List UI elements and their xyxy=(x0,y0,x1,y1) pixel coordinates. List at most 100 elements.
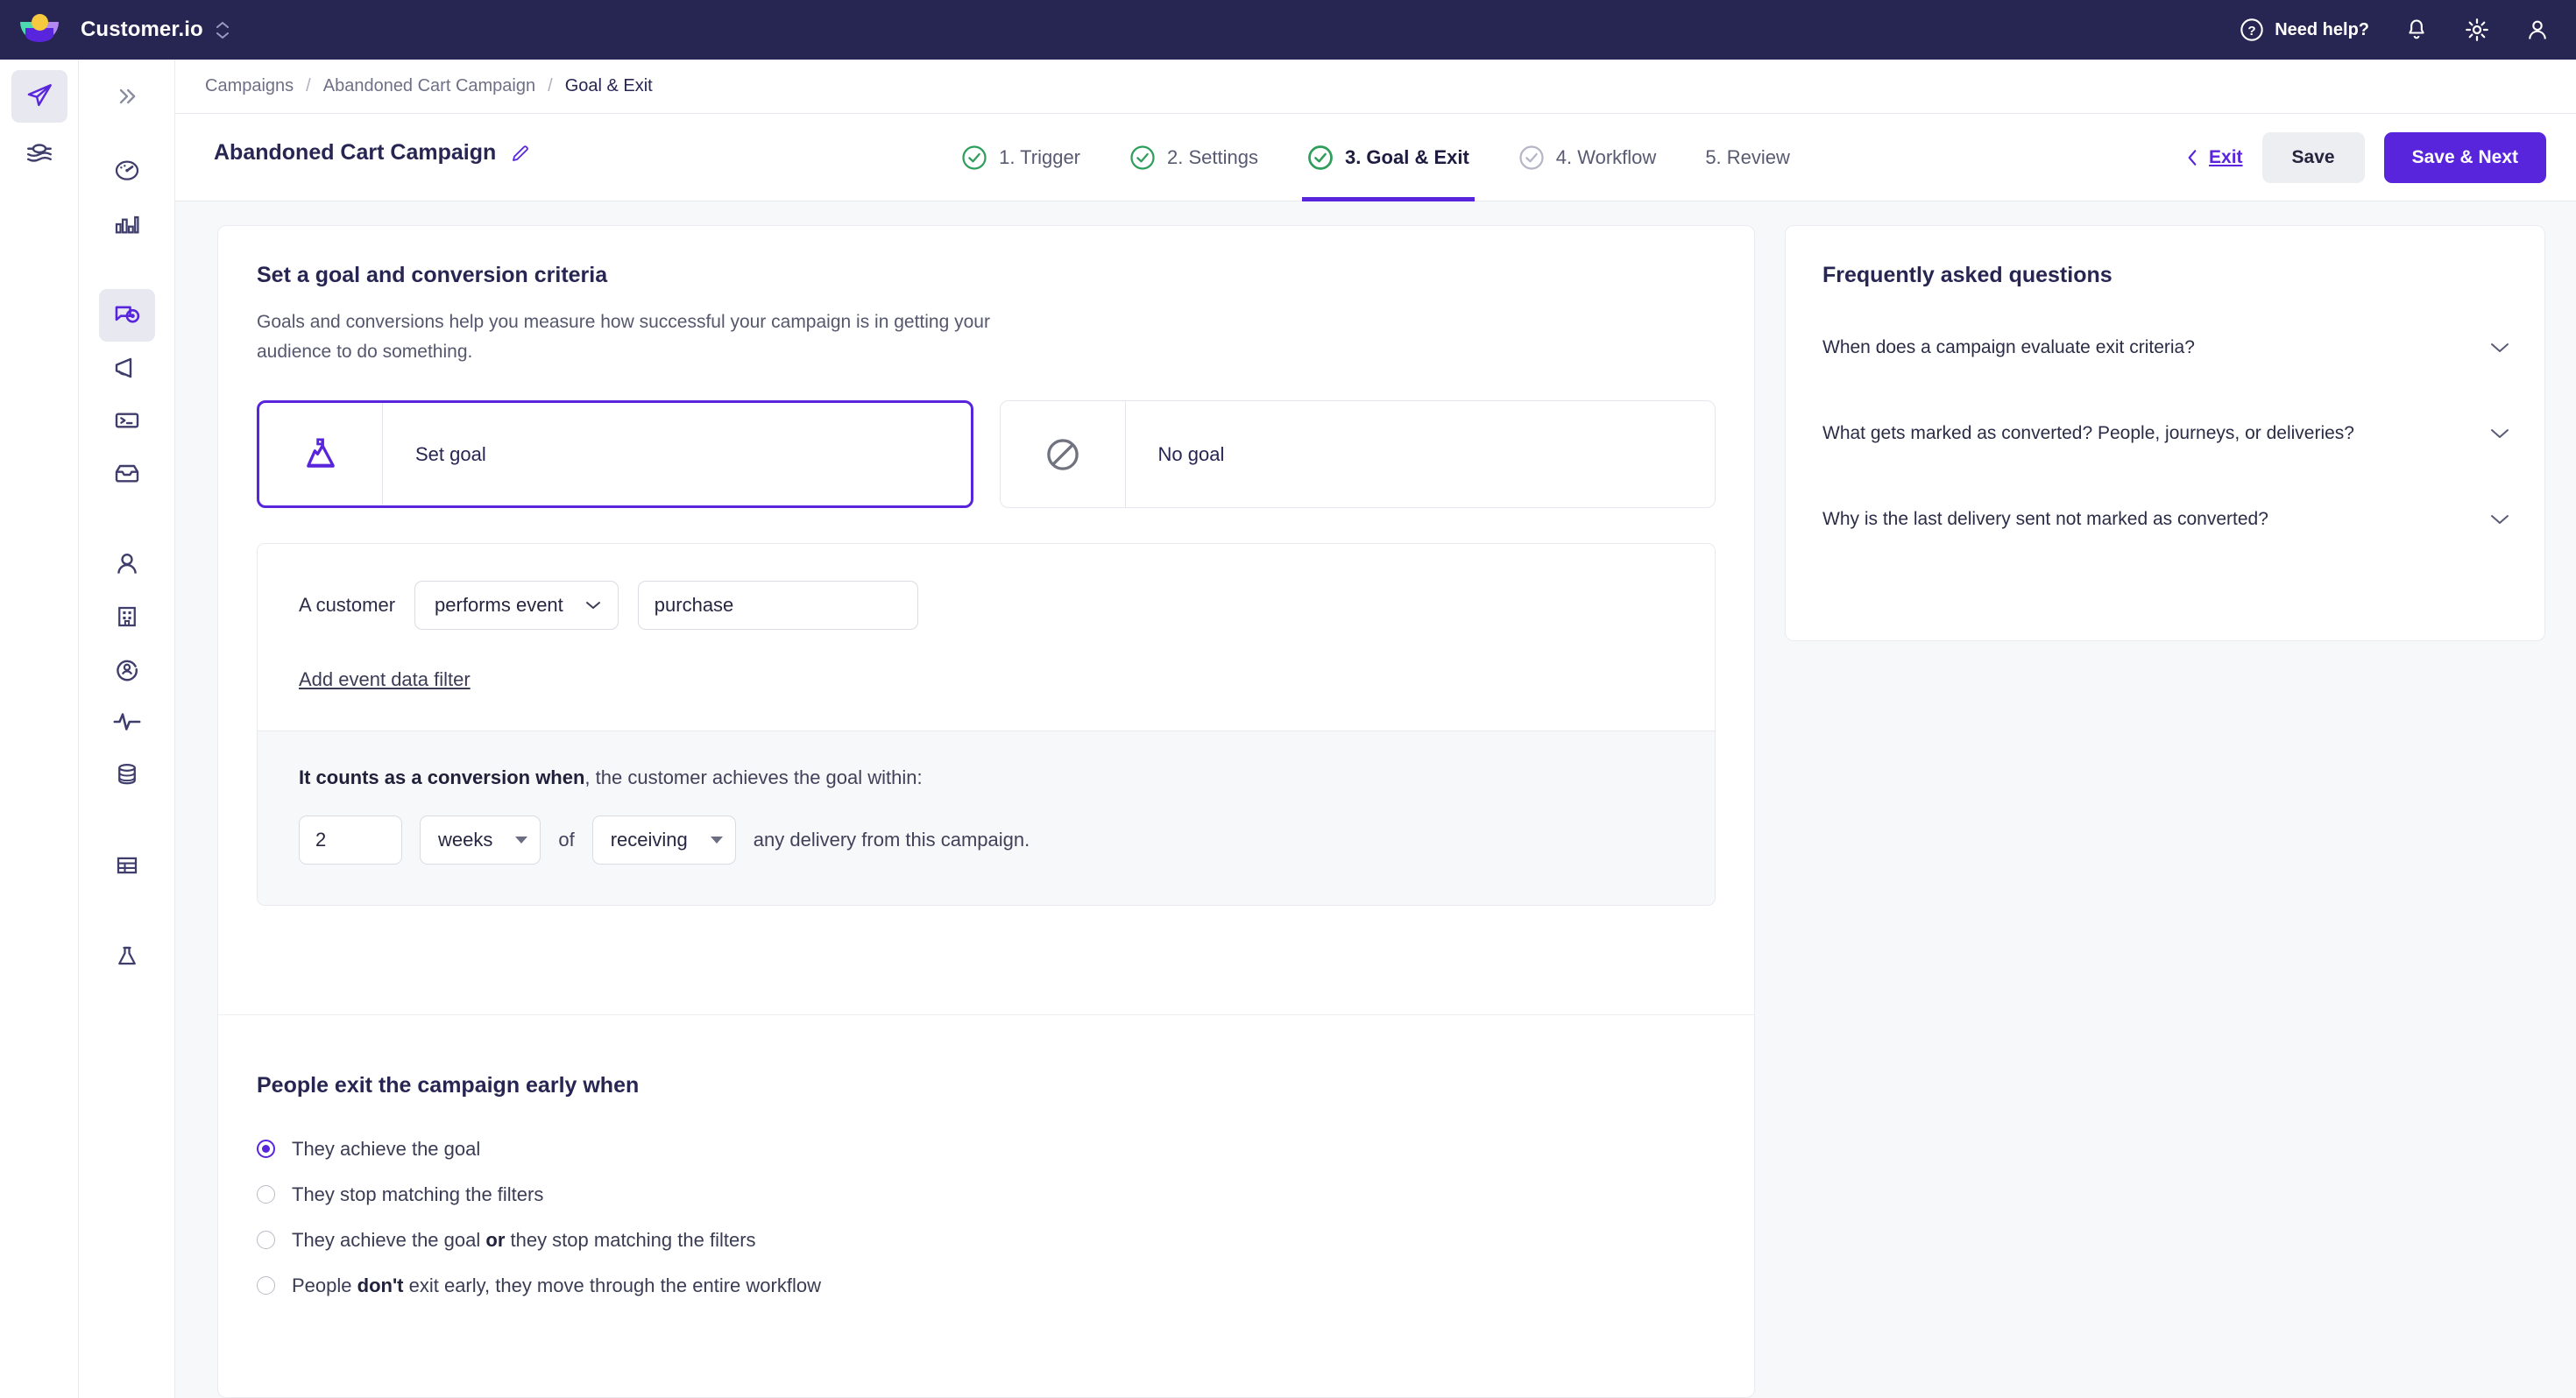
need-help-button[interactable]: ? Need help? xyxy=(2240,18,2369,42)
radio-button[interactable] xyxy=(257,1140,275,1158)
tab-review[interactable]: 5. Review xyxy=(1681,114,1815,201)
conversion-window-rest: , the customer achieves the goal within: xyxy=(584,766,923,789)
save-and-next-button[interactable]: Save & Next xyxy=(2383,132,2546,183)
radio-button[interactable] xyxy=(257,1185,275,1204)
radio-button[interactable] xyxy=(257,1231,275,1249)
faq-question: Why is the last delivery sent not marked… xyxy=(1822,509,2268,530)
api-rail-item[interactable] xyxy=(99,394,155,447)
faq-item[interactable]: When does a campaign evaluate exit crite… xyxy=(1822,321,2511,374)
layers-icon xyxy=(26,144,52,162)
experiments-rail-item[interactable] xyxy=(99,930,155,983)
no-goal-option[interactable]: No goal xyxy=(999,400,1716,509)
megaphone-icon xyxy=(115,357,131,378)
activity-rail-item[interactable] xyxy=(99,695,155,748)
database-icon xyxy=(117,763,136,785)
chevron-down-icon[interactable] xyxy=(2488,512,2511,526)
breadcrumb-item-campaign[interactable]: Abandoned Cart Campaign xyxy=(323,76,535,96)
broadcasts-rail-item[interactable] xyxy=(99,342,155,394)
need-help-label: Need help? xyxy=(2275,19,2369,39)
chevrons-right-icon xyxy=(119,88,135,104)
tab-trigger[interactable]: 1. Trigger xyxy=(937,114,1105,201)
conversion-trigger-select[interactable]: receiving xyxy=(591,816,736,865)
exit-label: Exit xyxy=(2209,147,2243,167)
exit-section-title: People exit the campaign early when xyxy=(257,1073,640,1098)
pulse-icon xyxy=(113,713,140,731)
exit-option-no-early-exit[interactable]: People don't exit early, they move throu… xyxy=(257,1267,1716,1304)
no-goal-icon-slot xyxy=(1001,401,1126,508)
tab-workflow-label: 4. Workflow xyxy=(1555,146,1657,168)
set-goal-option[interactable]: Set goal xyxy=(257,400,973,509)
tab-workflow[interactable]: 4. Workflow xyxy=(1494,114,1681,201)
header-actions: Exit Save Save & Next xyxy=(2184,114,2546,201)
content-area: Set a goal and conversion criteria Goals… xyxy=(175,201,2576,1398)
no-entry-icon xyxy=(1046,438,1079,470)
segments-rail-item[interactable] xyxy=(99,643,155,695)
goal-condition-box: A customer performs event Add event data… xyxy=(257,543,1716,907)
collections-rail-item[interactable] xyxy=(99,839,155,892)
gauge-icon xyxy=(115,160,138,180)
set-goal-label: Set goal xyxy=(415,442,486,465)
save-button[interactable]: Save xyxy=(2261,132,2365,183)
chevron-down-icon[interactable] xyxy=(2488,427,2511,441)
goal-condition-builder: A customer performs event Add event data… xyxy=(258,544,1715,731)
breadcrumb-separator: / xyxy=(548,76,553,95)
exit-option-label: They achieve the goal or they stop match… xyxy=(292,1228,756,1251)
conversion-window-text: It counts as a conversion when, the cust… xyxy=(299,766,1674,789)
paper-plane-icon xyxy=(27,84,52,107)
exit-option-achieve-goal[interactable]: They achieve the goal xyxy=(257,1130,1716,1168)
conversion-unit-select[interactable]: weeks xyxy=(420,816,541,865)
breadcrumb-item-campaigns[interactable]: Campaigns xyxy=(205,76,294,96)
expand-sidebar-button[interactable] xyxy=(99,70,155,123)
event-name-input[interactable] xyxy=(637,581,918,631)
exit-link[interactable]: Exit xyxy=(2184,147,2243,168)
mountain-flag-icon xyxy=(307,437,335,468)
people-rail-item[interactable] xyxy=(99,538,155,590)
app-logo[interactable] xyxy=(0,12,79,47)
condition-operator-value: performs event xyxy=(435,594,563,617)
tab-review-label: 5. Review xyxy=(1705,146,1790,168)
faq-item[interactable]: Why is the last delivery sent not marked… xyxy=(1822,493,2511,546)
tab-goal-exit[interactable]: 3. Goal & Exit xyxy=(1283,114,1494,201)
newsletters-rail-item[interactable] xyxy=(99,447,155,499)
analytics-rail-item[interactable] xyxy=(99,198,155,251)
check-circle-icon xyxy=(962,145,987,170)
exit-option-goal-or-filters[interactable]: They achieve the goal or they stop match… xyxy=(257,1221,1716,1259)
tab-settings[interactable]: 2. Settings xyxy=(1105,114,1283,201)
data-rail-item[interactable] xyxy=(11,126,67,179)
tab-settings-label: 2. Settings xyxy=(1167,146,1258,168)
faq-item[interactable]: What gets marked as converted? People, j… xyxy=(1822,407,2511,460)
exit-option-label: They achieve the goal xyxy=(292,1137,481,1160)
exit-option-stop-matching[interactable]: They stop matching the filters xyxy=(257,1176,1716,1213)
workspace-switcher[interactable]: Customer.io xyxy=(81,18,230,42)
check-circle-icon xyxy=(1130,145,1155,170)
goal-and-exit-card: Set a goal and conversion criteria Goals… xyxy=(217,225,1755,1398)
logo-yellow-dot xyxy=(32,14,48,31)
user-icon[interactable] xyxy=(2525,18,2550,42)
gear-icon[interactable] xyxy=(2464,17,2490,43)
campaign-header: Abandoned Cart Campaign 1. Trigger 2. Se… xyxy=(175,114,2576,201)
breadcrumb-item-current: Goal & Exit xyxy=(564,76,653,95)
conversion-window-section: It counts as a conversion when, the cust… xyxy=(258,731,1715,906)
building-icon xyxy=(117,606,136,627)
no-goal-label: No goal xyxy=(1157,442,1225,465)
top-bar-actions: ? Need help? xyxy=(2240,0,2550,60)
campaigns-nav-item[interactable] xyxy=(98,289,155,342)
bell-icon[interactable] xyxy=(2404,18,2429,42)
campaigns-rail-item[interactable] xyxy=(11,70,67,123)
dashboard-rail-item[interactable] xyxy=(99,145,155,198)
radio-button[interactable] xyxy=(257,1276,275,1295)
chevron-down-icon[interactable] xyxy=(2488,341,2511,355)
conversion-amount-input[interactable] xyxy=(299,816,402,865)
goal-section-description: Goals and conversions help you measure h… xyxy=(257,312,990,363)
triangle-down-icon xyxy=(515,837,528,844)
bar-chart-icon xyxy=(115,215,139,234)
condition-operator-select[interactable]: performs event xyxy=(414,581,619,631)
terminal-icon xyxy=(115,413,138,428)
objects-rail-item[interactable] xyxy=(99,590,155,643)
goal-section-title: Set a goal and conversion criteria xyxy=(257,263,608,287)
faq-title: Frequently asked questions xyxy=(1822,263,2112,287)
help-circle-icon: ? xyxy=(2240,18,2263,41)
chevron-down-icon xyxy=(585,602,600,610)
add-event-data-filter-link[interactable]: Add event data filter xyxy=(299,668,471,691)
data-index-rail-item[interactable] xyxy=(99,748,155,801)
